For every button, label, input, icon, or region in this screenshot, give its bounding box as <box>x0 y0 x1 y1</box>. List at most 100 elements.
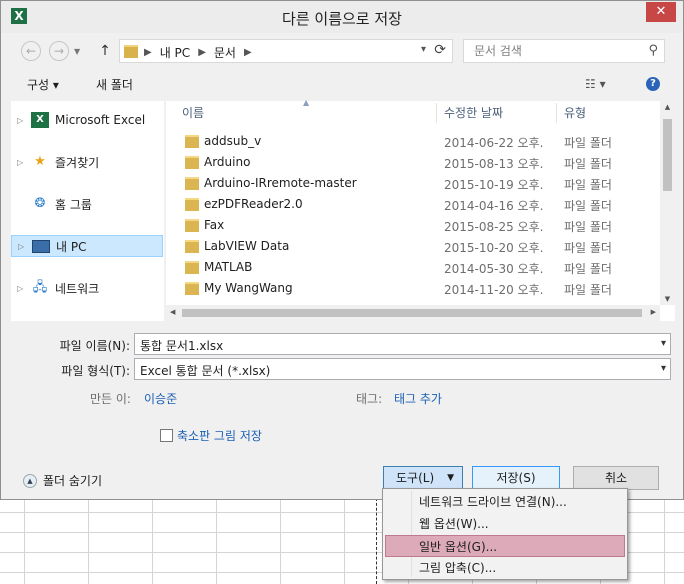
file-date: 2015-08-25 오후... <box>444 220 544 234</box>
author-value[interactable]: 이승준 <box>144 390 177 407</box>
file-type: 파일 폴더 <box>564 241 612 255</box>
computer-icon <box>32 239 50 253</box>
star-icon: ★ <box>34 154 46 169</box>
tags-label: 태그: <box>356 392 383 406</box>
breadcrumb-this-pc[interactable]: 내 PC <box>160 44 190 61</box>
cancel-button[interactable]: 취소 <box>573 466 659 490</box>
tags-field[interactable]: 태그 추가 <box>394 390 442 407</box>
vertical-scrollbar[interactable]: ▲ ▼ <box>660 101 675 305</box>
table-row[interactable]: 파일 폴더 <box>166 299 660 301</box>
scrollbar-thumb[interactable] <box>663 119 672 191</box>
address-bar[interactable]: ▶ 내 PC ▶ 문서 ▶ ▾ ⟳ <box>119 39 453 63</box>
close-button[interactable]: ✕ <box>646 2 676 22</box>
file-type: 파일 폴더 <box>564 199 612 213</box>
menu-item-web-options[interactable]: 웹 옵션(W)... <box>385 513 625 535</box>
scrollbar-thumb[interactable] <box>182 309 642 317</box>
folder-icon <box>124 45 138 58</box>
file-date: 2014-11-20 오후... <box>444 283 544 297</box>
expand-arrow-icon[interactable]: ▷ <box>17 284 27 293</box>
chevron-down-icon: ▼ <box>447 473 454 483</box>
menu-item-general-options[interactable]: 일반 옵션(G)... <box>385 535 625 557</box>
file-type: 파일 폴더 <box>564 136 612 150</box>
sidebar-item-label: Microsoft Excel <box>55 113 146 127</box>
filename-field[interactable]: 통합 문서1.xlsx ▾ <box>134 333 671 355</box>
scroll-left-icon[interactable]: ◀ <box>170 308 175 316</box>
help-icon[interactable]: ? <box>646 77 660 91</box>
table-row[interactable]: My WangWang 2014-11-20 오후... 파일 폴더 <box>166 278 660 299</box>
address-dropdown-icon[interactable]: ▾ <box>421 44 426 55</box>
sidebar-item-label: 내 PC <box>56 239 87 254</box>
column-header-date[interactable]: 수정한 날짜 <box>444 101 503 125</box>
hide-folders-button[interactable]: ▲ 폴더 숨기기 <box>23 472 102 489</box>
table-row[interactable]: Arduino-IRremote-master 2015-10-19 오후...… <box>166 173 660 194</box>
sidebar-item-this-pc[interactable]: ▷ 내 PC <box>11 235 163 257</box>
new-folder-button[interactable]: 새 폴더 <box>96 76 133 93</box>
page-break-line <box>376 498 377 584</box>
file-name: Arduino <box>204 155 251 169</box>
search-box[interactable]: ⚲ <box>463 39 665 63</box>
table-row[interactable]: ezPDFReader2.0 2014-04-16 오후... 파일 폴더 <box>166 194 660 215</box>
save-thumbnail-label[interactable]: 축소판 그림 저장 <box>177 427 262 444</box>
column-header-name[interactable]: 이름 <box>182 101 204 125</box>
folder-icon <box>185 261 199 274</box>
file-type: 파일 폴더 <box>564 178 612 192</box>
menu-item-label: 그림 압축(C)... <box>419 561 497 575</box>
menu-item-map-network-drive[interactable]: 네트워크 드라이브 연결(N)... <box>385 491 625 513</box>
file-name: MATLAB <box>204 260 253 274</box>
save-button[interactable]: 저장(S) <box>472 466 560 490</box>
scroll-right-icon[interactable]: ▶ <box>651 308 656 316</box>
table-row[interactable]: LabVIEW Data 2015-10-20 오후... 파일 폴더 <box>166 236 660 257</box>
file-name: ezPDFReader2.0 <box>204 197 303 211</box>
column-header-type[interactable]: 유형 <box>564 101 586 125</box>
file-date: 2014-05-30 오후... <box>444 262 544 276</box>
expand-arrow-icon[interactable]: ▷ <box>18 242 28 251</box>
breadcrumb-documents[interactable]: 문서 <box>214 44 236 61</box>
chevron-down-icon[interactable]: ▾ <box>661 363 666 374</box>
folder-icon <box>185 177 199 190</box>
save-thumbnail-checkbox[interactable] <box>160 429 173 442</box>
scroll-up-icon[interactable]: ▲ <box>660 103 675 111</box>
menu-item-compress-pictures[interactable]: 그림 압축(C)... <box>385 557 625 579</box>
command-toolbar: 구성 ▾ 새 폴더 ☷ ▾ ? <box>1 69 683 99</box>
sidebar-item-label: 즐겨찾기 <box>55 155 100 170</box>
folder-icon <box>185 240 199 253</box>
table-row[interactable]: addsub_v 2014-06-22 오후... 파일 폴더 <box>166 131 660 152</box>
back-button[interactable]: ← <box>21 41 41 61</box>
column-divider[interactable] <box>556 103 557 123</box>
search-input[interactable] <box>472 43 646 59</box>
file-type: 파일 폴더 <box>564 220 612 234</box>
forward-button[interactable]: → <box>49 41 69 61</box>
up-folder-button[interactable]: ↑ <box>97 41 113 61</box>
view-options-icon[interactable]: ☷ ▾ <box>585 77 606 91</box>
folder-icon <box>185 156 199 169</box>
recent-locations-icon[interactable]: ▼ <box>74 47 80 56</box>
homegroup-icon: ❂ <box>34 196 46 211</box>
tools-button[interactable]: 도구(L) ▼ <box>383 466 463 490</box>
file-list: 이름 ▲ 수정한 날짜 유형 addsub_v 2014-06-22 오후...… <box>166 98 675 321</box>
expand-arrow-icon[interactable]: ▷ <box>17 116 27 125</box>
tools-label: 도구(L) <box>396 471 435 485</box>
table-row[interactable]: Fax 2015-08-25 오후... 파일 폴더 <box>166 215 660 236</box>
chevron-down-icon[interactable]: ▾ <box>661 338 666 349</box>
network-icon: 🖧 <box>32 280 48 295</box>
table-row[interactable]: Arduino 2015-08-13 오후... 파일 폴더 <box>166 152 660 173</box>
sidebar-item-network[interactable]: ▷ 🖧 네트워크 <box>11 277 163 299</box>
refresh-icon[interactable]: ⟳ <box>434 42 446 58</box>
column-divider[interactable] <box>436 103 437 123</box>
scroll-down-icon[interactable]: ▼ <box>660 295 675 303</box>
filetype-select[interactable]: Excel 통합 문서 (*.xlsx) ▾ <box>134 358 671 380</box>
horizontal-scrollbar[interactable]: ◀ ▶ <box>166 305 660 321</box>
file-rows: addsub_v 2014-06-22 오후... 파일 폴더 Arduino … <box>166 131 660 301</box>
search-icon[interactable]: ⚲ <box>648 43 658 58</box>
sidebar-item-favorites[interactable]: ▷ ★ 즐겨찾기 <box>11 151 163 173</box>
breadcrumb-separator-icon: ▶ <box>198 47 206 58</box>
sidebar-item-homegroup[interactable]: ❂ 홈 그룹 <box>11 193 163 215</box>
organize-button[interactable]: 구성 ▾ <box>27 76 59 93</box>
expand-arrow-icon[interactable]: ▷ <box>17 158 27 167</box>
sidebar-item-microsoft-excel[interactable]: ▷ X Microsoft Excel <box>11 109 163 131</box>
file-name: addsub_v <box>204 134 262 148</box>
folder-icon <box>185 219 199 232</box>
menu-item-label: 네트워크 드라이브 연결(N)... <box>419 495 567 509</box>
file-date: 2015-10-20 오후... <box>444 241 544 255</box>
table-row[interactable]: MATLAB 2014-05-30 오후... 파일 폴더 <box>166 257 660 278</box>
